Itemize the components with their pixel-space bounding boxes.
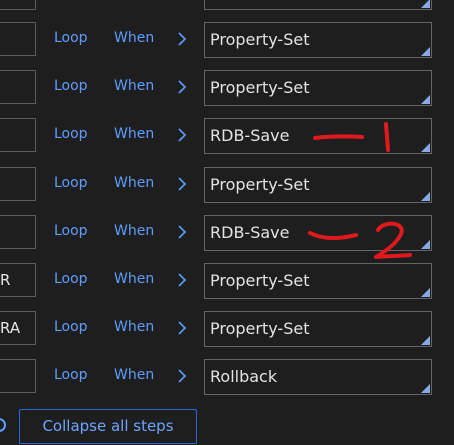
chevron-right-icon[interactable] [176, 368, 188, 384]
steps-panel: Loop When Property-Set Loop When Propert… [0, 0, 454, 445]
resize-corner-icon [421, 0, 430, 8]
step-label-input[interactable]: RA [0, 311, 36, 345]
method-field-value: Property-Set [210, 78, 310, 97]
step-label-input[interactable] [0, 167, 36, 201]
method-field-value: Property-Set [210, 175, 310, 194]
method-field-value: RDB-Save [210, 126, 290, 145]
step-row: Loop When Rollback [0, 359, 454, 395]
resize-corner-icon [421, 336, 430, 345]
resize-corner-icon [421, 384, 430, 393]
resize-corner-icon [421, 47, 430, 56]
step-row: Loop When Property-Set [0, 70, 454, 106]
step-label-input[interactable] [0, 359, 36, 393]
loop-link[interactable]: Loop [54, 223, 88, 239]
loop-link[interactable]: Loop [54, 271, 88, 287]
step-label-input[interactable] [0, 22, 36, 56]
radio-icon[interactable] [0, 418, 6, 432]
when-link[interactable]: When [114, 175, 154, 191]
loop-link[interactable]: Loop [54, 78, 88, 94]
method-field[interactable]: Rollback [204, 359, 432, 395]
chevron-right-icon[interactable] [176, 79, 188, 95]
loop-link[interactable]: Loop [54, 30, 88, 46]
loop-link[interactable]: Loop [54, 175, 88, 191]
top-left-input-fragment[interactable] [0, 0, 36, 10]
loop-link[interactable]: Loop [54, 367, 88, 383]
when-link[interactable]: When [114, 30, 154, 46]
chevron-right-icon[interactable] [176, 224, 188, 240]
when-link[interactable]: When [114, 271, 154, 287]
when-link[interactable]: When [114, 319, 154, 335]
step-row: RA Loop When Property-Set [0, 311, 454, 347]
method-field[interactable]: RDB-Save [204, 215, 432, 251]
step-label-input[interactable] [0, 118, 36, 152]
chevron-right-icon[interactable] [176, 320, 188, 336]
collapse-all-steps-button[interactable]: Collapse all steps [19, 409, 197, 444]
method-field-value: Property-Set [210, 271, 310, 290]
step-row: Loop When RDB-Save [0, 215, 454, 251]
when-link[interactable]: When [114, 126, 154, 142]
method-field-value: RDB-Save [210, 223, 290, 242]
when-link[interactable]: When [114, 367, 154, 383]
chevron-right-icon[interactable] [176, 127, 188, 143]
when-link[interactable]: When [114, 78, 154, 94]
loop-link[interactable]: Loop [54, 126, 88, 142]
loop-link[interactable]: Loop [54, 319, 88, 335]
method-field[interactable]: Property-Set [204, 22, 432, 58]
method-field-value: Rollback [210, 367, 278, 386]
method-field[interactable]: Property-Set [204, 167, 432, 203]
when-link[interactable]: When [114, 223, 154, 239]
method-field-value: Property-Set [210, 30, 310, 49]
chevron-right-icon[interactable] [176, 272, 188, 288]
resize-corner-icon [421, 240, 430, 249]
step-label-input[interactable] [0, 70, 36, 104]
resize-corner-icon [421, 95, 430, 104]
resize-corner-icon [421, 143, 430, 152]
chevron-right-icon[interactable] [176, 176, 188, 192]
resize-corner-icon [421, 288, 430, 297]
step-row: Loop When RDB-Save [0, 118, 454, 154]
method-field-value: Property-Set [210, 319, 310, 338]
step-row: Loop When Property-Set [0, 22, 454, 58]
step-row: R Loop When Property-Set [0, 263, 454, 299]
step-row: Loop When Property-Set [0, 167, 454, 203]
step-label-input[interactable] [0, 215, 36, 249]
method-field[interactable]: Property-Set [204, 70, 432, 106]
method-field[interactable]: Property-Set [204, 311, 432, 347]
resize-corner-icon [421, 192, 430, 201]
top-method-field-fragment[interactable] [204, 0, 432, 10]
method-field[interactable]: RDB-Save [204, 118, 432, 154]
method-field[interactable]: Property-Set [204, 263, 432, 299]
chevron-right-icon[interactable] [176, 31, 188, 47]
step-label-input[interactable]: R [0, 263, 36, 297]
